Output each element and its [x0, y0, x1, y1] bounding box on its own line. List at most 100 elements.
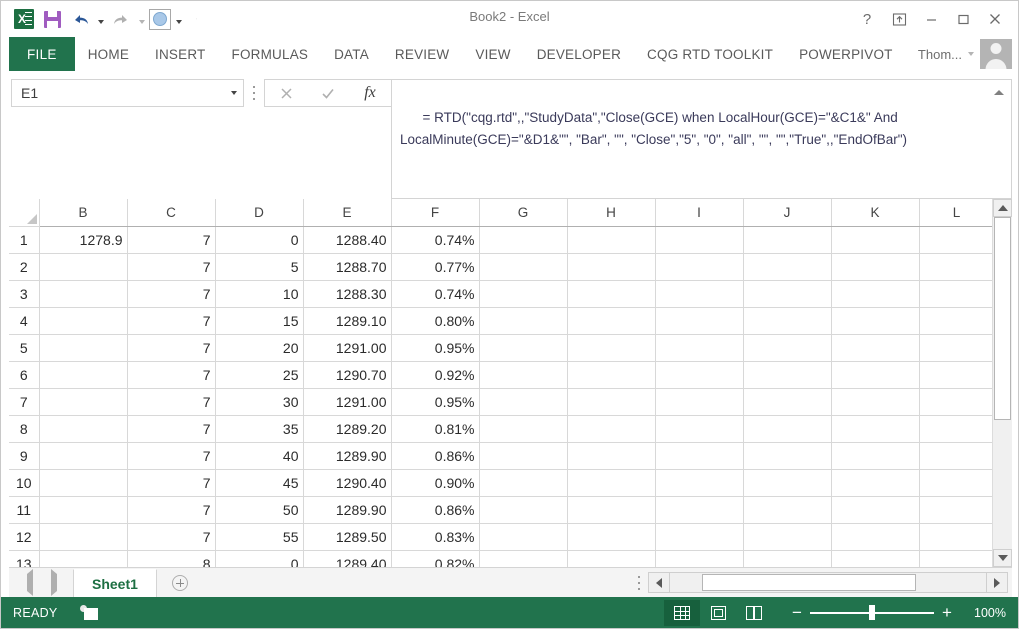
vertical-scroll-thumb[interactable]: [994, 217, 1011, 419]
cell-B6[interactable]: [39, 361, 127, 388]
cell-J9[interactable]: [743, 442, 831, 469]
cell-G9[interactable]: [479, 442, 567, 469]
cell-J4[interactable]: [743, 307, 831, 334]
cell-D8[interactable]: 35: [215, 415, 303, 442]
close-button[interactable]: [980, 6, 1010, 32]
column-header-d[interactable]: D: [215, 199, 303, 226]
cell-I7[interactable]: [655, 388, 743, 415]
cell-E4[interactable]: 1289.10: [303, 307, 391, 334]
cell-G1[interactable]: [479, 226, 567, 253]
cancel-formula-icon[interactable]: [265, 80, 307, 106]
cell-L11[interactable]: [919, 496, 994, 523]
tab-developer[interactable]: DEVELOPER: [524, 37, 634, 71]
cell-K4[interactable]: [831, 307, 919, 334]
cell-F12[interactable]: 0.83%: [391, 523, 479, 550]
row-header[interactable]: 10: [9, 469, 39, 496]
cell-K11[interactable]: [831, 496, 919, 523]
expand-formula-bar-icon[interactable]: [992, 86, 1006, 98]
color-dropdown-icon[interactable]: [173, 7, 184, 31]
cell-E8[interactable]: 1289.20: [303, 415, 391, 442]
cell-I13[interactable]: [655, 550, 743, 567]
column-header-h[interactable]: H: [567, 199, 655, 226]
cell-H1[interactable]: [567, 226, 655, 253]
vertical-scrollbar[interactable]: [992, 199, 1012, 567]
cell-H10[interactable]: [567, 469, 655, 496]
cell-L6[interactable]: [919, 361, 994, 388]
cell-K12[interactable]: [831, 523, 919, 550]
add-sheet-button[interactable]: [157, 568, 203, 597]
table-row[interactable]: 13801289.400.82%: [9, 550, 994, 567]
account-dropdown-icon[interactable]: [968, 52, 974, 56]
cell-G12[interactable]: [479, 523, 567, 550]
column-header-f[interactable]: F: [391, 199, 479, 226]
name-box[interactable]: E1: [11, 79, 244, 107]
cell-C8[interactable]: 7: [127, 415, 215, 442]
table-row[interactable]: 37101288.300.74%: [9, 280, 994, 307]
row-header[interactable]: 13: [9, 550, 39, 567]
cell-I10[interactable]: [655, 469, 743, 496]
cell-E2[interactable]: 1288.70: [303, 253, 391, 280]
cell-D2[interactable]: 5: [215, 253, 303, 280]
row-header[interactable]: 11: [9, 496, 39, 523]
cell-D7[interactable]: 30: [215, 388, 303, 415]
cell-C6[interactable]: 7: [127, 361, 215, 388]
help-icon[interactable]: ?: [852, 6, 882, 32]
cell-F7[interactable]: 0.95%: [391, 388, 479, 415]
cell-B7[interactable]: [39, 388, 127, 415]
minimize-button[interactable]: [916, 6, 946, 32]
cell-J7[interactable]: [743, 388, 831, 415]
zoom-slider-thumb[interactable]: [869, 605, 875, 620]
cell-L5[interactable]: [919, 334, 994, 361]
cell-G6[interactable]: [479, 361, 567, 388]
maximize-button[interactable]: [948, 6, 978, 32]
cell-L12[interactable]: [919, 523, 994, 550]
cell-H12[interactable]: [567, 523, 655, 550]
cell-D12[interactable]: 55: [215, 523, 303, 550]
cell-L4[interactable]: [919, 307, 994, 334]
formula-bar-grip[interactable]: [244, 79, 264, 107]
cell-J11[interactable]: [743, 496, 831, 523]
cell-H13[interactable]: [567, 550, 655, 567]
cell-D1[interactable]: 0: [215, 226, 303, 253]
cell-E13[interactable]: 1289.40: [303, 550, 391, 567]
tab-split-grip[interactable]: [630, 576, 648, 590]
sheet-tab-sheet1[interactable]: Sheet1: [73, 569, 157, 597]
cell-G3[interactable]: [479, 280, 567, 307]
cell-C7[interactable]: 7: [127, 388, 215, 415]
cell-K10[interactable]: [831, 469, 919, 496]
cell-E1[interactable]: 1288.40: [303, 226, 391, 253]
table-row[interactable]: 47151289.100.80%: [9, 307, 994, 334]
cell-F3[interactable]: 0.74%: [391, 280, 479, 307]
table-row[interactable]: 97401289.900.86%: [9, 442, 994, 469]
cell-F5[interactable]: 0.95%: [391, 334, 479, 361]
cell-L2[interactable]: [919, 253, 994, 280]
cell-G2[interactable]: [479, 253, 567, 280]
cell-J13[interactable]: [743, 550, 831, 567]
cell-C2[interactable]: 7: [127, 253, 215, 280]
column-header-j[interactable]: J: [743, 199, 831, 226]
cell-C5[interactable]: 7: [127, 334, 215, 361]
cell-B10[interactable]: [39, 469, 127, 496]
cell-H4[interactable]: [567, 307, 655, 334]
table-row[interactable]: 107451290.400.90%: [9, 469, 994, 496]
table-row[interactable]: 2751288.700.77%: [9, 253, 994, 280]
cell-K3[interactable]: [831, 280, 919, 307]
name-box-dropdown-icon[interactable]: [231, 91, 237, 95]
undo-icon[interactable]: [67, 7, 93, 31]
cell-B1[interactable]: 1278.9: [39, 226, 127, 253]
horizontal-scroll-track[interactable]: [670, 572, 986, 593]
undo-dropdown-icon[interactable]: [95, 7, 106, 31]
cell-K1[interactable]: [831, 226, 919, 253]
cell-B5[interactable]: [39, 334, 127, 361]
normal-view-button[interactable]: [664, 600, 700, 626]
cell-B3[interactable]: [39, 280, 127, 307]
cell-C1[interactable]: 7: [127, 226, 215, 253]
page-layout-view-button[interactable]: [700, 600, 736, 626]
cell-F1[interactable]: 0.74%: [391, 226, 479, 253]
cell-G4[interactable]: [479, 307, 567, 334]
cell-C12[interactable]: 7: [127, 523, 215, 550]
horizontal-scroll-thumb[interactable]: [702, 574, 917, 591]
tab-powerpivot[interactable]: POWERPIVOT: [786, 37, 906, 71]
cell-K7[interactable]: [831, 388, 919, 415]
cell-J1[interactable]: [743, 226, 831, 253]
